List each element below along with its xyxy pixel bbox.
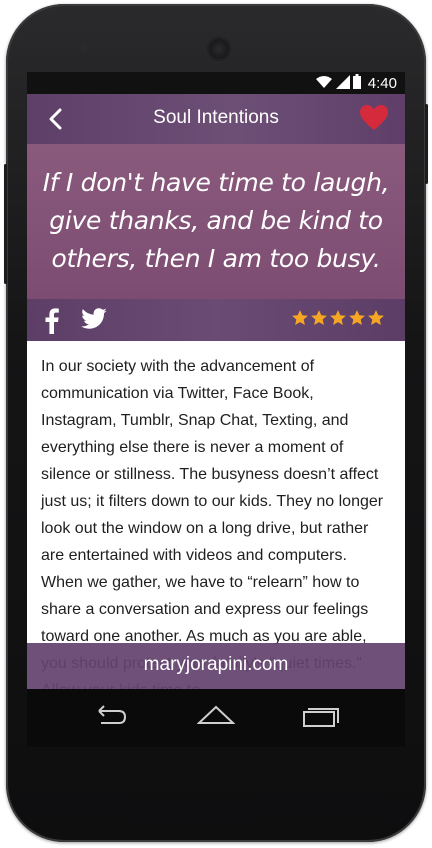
back-nav-icon[interactable] [91, 705, 127, 732]
quote-text: If I don't have time to laugh, give than… [42, 168, 390, 273]
star-icon[interactable] [348, 309, 366, 327]
website-footer: maryjorapini.com [27, 643, 405, 689]
volume-button [425, 104, 428, 184]
rating-stars [291, 309, 385, 327]
status-time: 4:40 [367, 75, 397, 92]
star-icon[interactable] [367, 309, 385, 327]
navigation-bar [27, 689, 405, 747]
star-icon[interactable] [310, 309, 328, 327]
article-content[interactable]: In our society with the advancement of c… [27, 341, 405, 689]
article-paragraph: In our society with the advancement of c… [41, 358, 384, 689]
battery-icon [352, 74, 361, 93]
app-header: Soul Intentions [27, 94, 405, 144]
twitter-icon[interactable] [81, 308, 107, 330]
star-icon[interactable] [329, 309, 347, 327]
signal-icon [335, 74, 350, 93]
website-link[interactable]: maryjorapini.com [27, 654, 405, 676]
app-screen: 4:40 Soul Intentions If I don't have tim… [27, 72, 405, 689]
front-camera [80, 44, 88, 52]
home-nav-icon[interactable] [196, 705, 236, 730]
recents-nav-icon[interactable] [303, 705, 339, 732]
power-button [4, 164, 7, 284]
facebook-icon[interactable] [45, 308, 59, 334]
star-icon[interactable] [291, 309, 309, 327]
wifi-icon [315, 75, 333, 93]
quote-card: If I don't have time to laugh, give than… [27, 144, 405, 299]
page-title: Soul Intentions [153, 107, 279, 128]
status-bar: 4:40 [27, 72, 405, 94]
share-bar [27, 299, 405, 341]
heart-icon[interactable] [359, 104, 389, 132]
earpiece-speaker [207, 37, 231, 61]
